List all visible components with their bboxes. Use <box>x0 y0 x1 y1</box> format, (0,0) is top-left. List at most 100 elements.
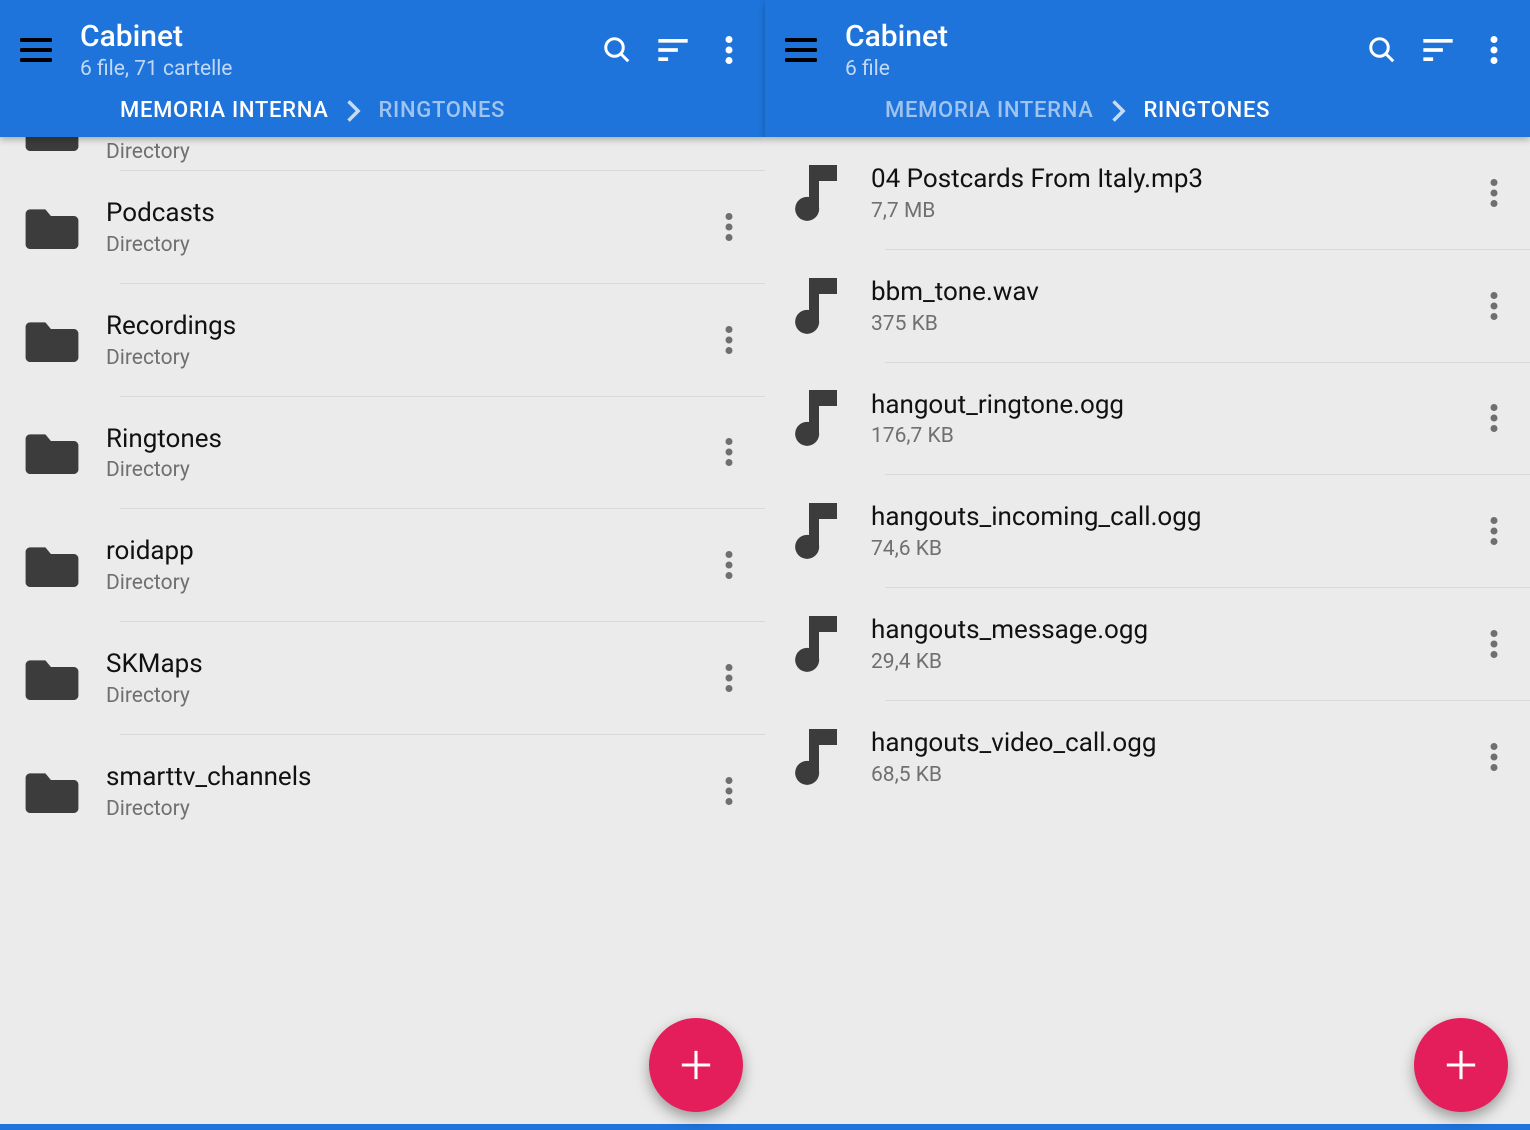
item-more-button[interactable] <box>1470 507 1518 555</box>
item-more-button[interactable] <box>705 767 753 815</box>
chevron-right-icon <box>1112 100 1126 122</box>
item-sub: 68,5 KB <box>871 763 1470 787</box>
sort-icon <box>658 39 688 61</box>
item-name: hangouts_incoming_call.ogg <box>871 501 1470 535</box>
item-more-button[interactable] <box>1470 282 1518 330</box>
sort-icon <box>1423 39 1453 61</box>
item-name: SKMaps <box>106 648 705 682</box>
folder-icon <box>24 318 80 362</box>
more-vert-icon <box>725 777 733 805</box>
list-item[interactable]: hangouts_video_call.ogg68,5 KB <box>885 701 1530 813</box>
item-name: Podcasts <box>106 197 705 231</box>
list-item[interactable]: roidappDirectory <box>120 509 765 622</box>
item-sub: Directory <box>106 684 705 708</box>
sort-button[interactable] <box>645 22 701 78</box>
appbar: Cabinet 6 file, 71 cartelle MEMORIA INTE… <box>0 0 765 137</box>
music-note-icon <box>789 729 837 785</box>
more-vert-icon <box>725 664 733 692</box>
search-icon <box>1367 35 1397 65</box>
list-item[interactable]: bbm_tone.wav375 KB <box>885 250 1530 363</box>
bottom-bar <box>0 1124 765 1130</box>
plus-icon <box>1444 1048 1478 1082</box>
overflow-button[interactable] <box>701 22 757 78</box>
right-pane: Cabinet 6 file MEMORIA INTERNA RINGTONES… <box>765 0 1530 1130</box>
item-name: hangouts_video_call.ogg <box>871 727 1470 761</box>
more-vert-icon <box>1490 179 1498 207</box>
more-vert-icon <box>725 36 733 64</box>
app-title: Cabinet <box>80 19 589 55</box>
more-vert-icon <box>1490 404 1498 432</box>
app-subtitle: 6 file, 71 cartelle <box>80 57 589 81</box>
more-vert-icon <box>1490 517 1498 545</box>
app-subtitle: 6 file <box>845 57 1354 81</box>
overflow-button[interactable] <box>1466 22 1522 78</box>
item-sub: Directory <box>106 797 705 821</box>
app-title: Cabinet <box>845 19 1354 55</box>
list-item[interactable]: SKMapsDirectory <box>120 622 765 735</box>
item-sub: Directory <box>106 458 705 482</box>
more-vert-icon <box>725 551 733 579</box>
more-vert-icon <box>725 326 733 354</box>
list-item[interactable]: RecordingsDirectory <box>120 284 765 397</box>
breadcrumb: MEMORIA INTERNA RINGTONES <box>765 86 1530 137</box>
folder-list[interactable]: Directory PodcastsDirectoryRecordingsDir… <box>0 137 765 1130</box>
fab-add[interactable] <box>1414 1018 1508 1112</box>
item-more-button[interactable] <box>705 654 753 702</box>
item-name: Ringtones <box>106 423 705 457</box>
music-note-icon <box>789 165 837 221</box>
item-name: smarttv_channels <box>106 761 705 795</box>
folder-icon <box>24 769 80 813</box>
item-more-button[interactable] <box>705 203 753 251</box>
folder-icon <box>24 656 80 700</box>
crumb-root[interactable]: MEMORIA INTERNA <box>120 98 329 123</box>
more-vert-icon <box>725 213 733 241</box>
appbar: Cabinet 6 file MEMORIA INTERNA RINGTONES <box>765 0 1530 137</box>
item-more-button[interactable] <box>1470 394 1518 442</box>
left-pane: Cabinet 6 file, 71 cartelle MEMORIA INTE… <box>0 0 765 1130</box>
hamburger-icon <box>20 38 52 62</box>
item-more-button[interactable] <box>705 541 753 589</box>
list-item[interactable]: PodcastsDirectory <box>120 171 765 284</box>
music-note-icon <box>789 278 837 334</box>
item-more-button[interactable] <box>705 428 753 476</box>
hamburger-icon <box>785 38 817 62</box>
list-item[interactable]: smarttv_channelsDirectory <box>120 735 765 847</box>
list-item[interactable]: 04 Postcards From Italy.mp37,7 MB <box>885 137 1530 250</box>
menu-button[interactable] <box>773 22 829 78</box>
music-note-icon <box>789 503 837 559</box>
list-item[interactable]: hangouts_message.ogg29,4 KB <box>885 588 1530 701</box>
menu-button[interactable] <box>8 22 64 78</box>
item-name: 04 Postcards From Italy.mp3 <box>871 163 1470 197</box>
search-button[interactable] <box>1354 22 1410 78</box>
item-more-button[interactable] <box>1470 733 1518 781</box>
list-item-partial[interactable]: Directory <box>120 137 765 171</box>
folder-icon <box>24 430 80 474</box>
list-item[interactable]: hangouts_incoming_call.ogg74,6 KB <box>885 475 1530 588</box>
item-more-button[interactable] <box>1470 620 1518 668</box>
item-sub: Directory <box>106 233 705 257</box>
item-sub: 7,7 MB <box>871 199 1470 223</box>
list-item[interactable]: hangout_ringtone.ogg176,7 KB <box>885 363 1530 476</box>
crumb-child[interactable]: RINGTONES <box>1144 98 1271 123</box>
fab-add[interactable] <box>649 1018 743 1112</box>
item-more-button[interactable] <box>1470 169 1518 217</box>
item-sub: 74,6 KB <box>871 537 1470 561</box>
file-list[interactable]: 04 Postcards From Italy.mp37,7 MBbbm_ton… <box>765 137 1530 1130</box>
plus-icon <box>679 1048 713 1082</box>
breadcrumb: MEMORIA INTERNA RINGTONES <box>0 86 765 137</box>
item-more-button[interactable] <box>705 316 753 364</box>
item-sub: 375 KB <box>871 312 1470 336</box>
item-sub: 29,4 KB <box>871 650 1470 674</box>
more-vert-icon <box>1490 292 1498 320</box>
bottom-bar <box>765 1124 1530 1130</box>
item-sub: Directory <box>106 140 753 164</box>
item-name: roidapp <box>106 535 705 569</box>
crumb-child[interactable]: RINGTONES <box>379 98 506 123</box>
more-vert-icon <box>1490 743 1498 771</box>
search-button[interactable] <box>589 22 645 78</box>
sort-button[interactable] <box>1410 22 1466 78</box>
list-item[interactable]: RingtonesDirectory <box>120 397 765 510</box>
item-name: bbm_tone.wav <box>871 276 1470 310</box>
crumb-root[interactable]: MEMORIA INTERNA <box>885 98 1094 123</box>
music-note-icon <box>789 390 837 446</box>
